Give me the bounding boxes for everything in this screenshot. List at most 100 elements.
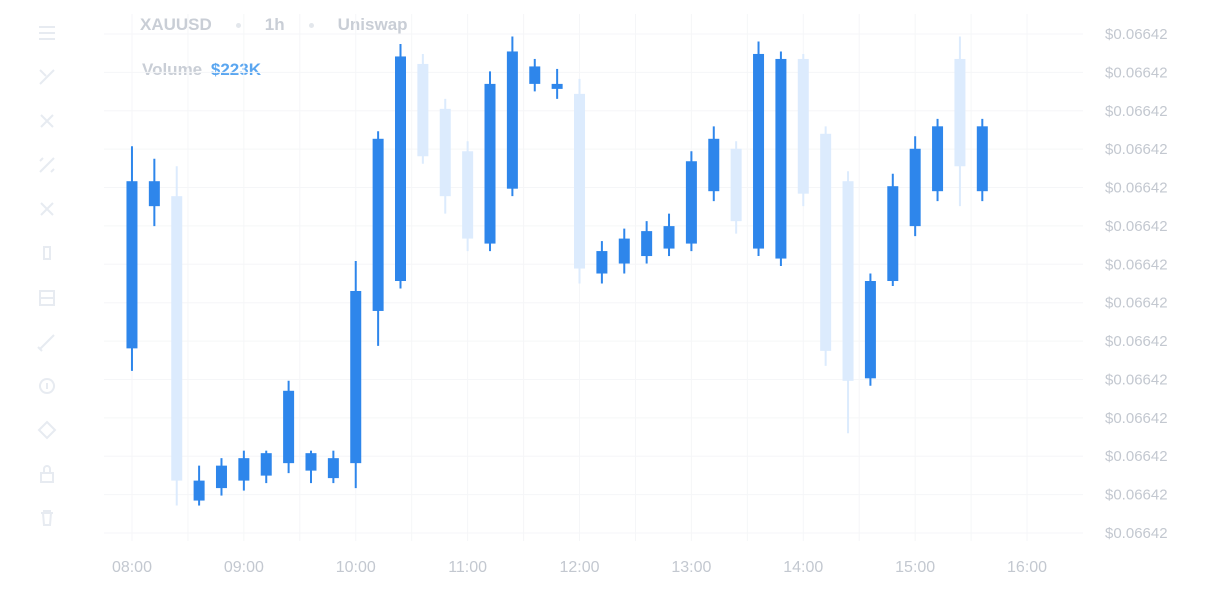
candle[interactable] — [909, 136, 921, 237]
candle-body — [797, 58, 809, 194]
x-tick-label: 14:00 — [783, 559, 823, 576]
candle[interactable] — [708, 126, 720, 202]
candle[interactable] — [171, 166, 183, 506]
y-tick-label: $0.06642 — [1105, 180, 1168, 197]
x-tick-label: 12:00 — [559, 559, 599, 576]
candle-body — [641, 231, 653, 257]
y-tick-label: $0.06642 — [1105, 525, 1168, 542]
candle-body — [327, 458, 339, 479]
y-tick-label: $0.06642 — [1105, 141, 1168, 158]
candle[interactable] — [439, 98, 451, 214]
candle[interactable] — [954, 36, 966, 207]
y-tick-label: $0.06642 — [1105, 487, 1168, 504]
y-tick-label: $0.06642 — [1105, 295, 1168, 312]
candle[interactable] — [394, 43, 406, 289]
candle[interactable] — [193, 465, 205, 506]
y-tick-label: $0.06642 — [1105, 371, 1168, 388]
candle[interactable] — [305, 450, 317, 484]
x-axis-labels: 08:00 09:00 10:00 11:00 12:00 13:00 14:00 15:00… — [112, 559, 1047, 576]
candle-body — [305, 453, 317, 471]
candle[interactable] — [417, 53, 429, 164]
y-tick-label: $0.06642 — [1105, 64, 1168, 81]
candle-body — [663, 226, 675, 249]
y-tick-label: $0.06642 — [1105, 103, 1168, 120]
candle-body — [126, 181, 138, 349]
candle-body — [417, 63, 429, 157]
chart-grid — [104, 14, 1083, 541]
candle[interactable] — [685, 151, 697, 252]
candle-body — [506, 51, 518, 189]
candle-body — [462, 151, 474, 239]
candle[interactable] — [260, 450, 272, 484]
candle-body — [820, 133, 832, 351]
candle[interactable] — [574, 78, 586, 284]
candle[interactable] — [529, 58, 541, 92]
candle-body — [350, 290, 362, 464]
candle-body — [842, 181, 854, 381]
candle[interactable] — [350, 261, 362, 489]
candle[interactable] — [641, 221, 653, 264]
candle[interactable] — [596, 241, 608, 284]
candle[interactable] — [820, 126, 832, 366]
candle-body — [730, 148, 742, 222]
candle[interactable] — [484, 71, 496, 252]
candle[interactable] — [663, 213, 675, 257]
candle[interactable] — [932, 118, 944, 202]
candle-body — [215, 465, 227, 489]
candle-body — [954, 58, 966, 167]
candle-body — [372, 138, 384, 311]
candle-body — [887, 186, 899, 282]
candle[interactable] — [775, 51, 787, 267]
candle[interactable] — [148, 158, 160, 227]
y-tick-label: $0.06642 — [1105, 448, 1168, 465]
candle[interactable] — [730, 141, 742, 234]
candle-body — [394, 56, 406, 282]
candle[interactable] — [126, 146, 138, 371]
candle-body — [551, 83, 563, 89]
candle-body — [775, 58, 787, 259]
x-tick-label: 16:00 — [1007, 559, 1047, 576]
y-axis-labels: $0.06642 $0.06642 $0.06642 $0.06642 $0.06642… — [1105, 26, 1168, 542]
y-tick-label: $0.06642 — [1105, 256, 1168, 273]
candle[interactable] — [215, 458, 227, 496]
candle[interactable] — [462, 141, 474, 252]
candle-body — [238, 458, 250, 481]
candle[interactable] — [797, 53, 809, 207]
x-tick-label: 10:00 — [336, 559, 376, 576]
candle[interactable] — [327, 450, 339, 484]
y-tick-label: $0.06642 — [1105, 26, 1168, 43]
candle-body — [283, 390, 295, 464]
candlestick-chart[interactable]: $0.06642 $0.06642 $0.06642 $0.06642 $0.06642… — [0, 0, 1208, 604]
x-tick-label: 08:00 — [112, 559, 152, 576]
candle-body — [596, 251, 608, 274]
candle[interactable] — [372, 131, 384, 346]
candle-body — [685, 161, 697, 244]
candle[interactable] — [618, 228, 630, 274]
y-tick-label: $0.06642 — [1105, 218, 1168, 235]
candle-body — [193, 480, 205, 501]
candle[interactable] — [753, 41, 765, 257]
candle[interactable] — [976, 118, 988, 202]
candle-body — [439, 108, 451, 197]
candle-body — [708, 138, 720, 192]
candle[interactable] — [842, 171, 854, 434]
candle-body — [864, 281, 876, 379]
x-tick-label: 15:00 — [895, 559, 935, 576]
x-tick-label: 13:00 — [671, 559, 711, 576]
x-tick-label: 09:00 — [224, 559, 264, 576]
candle[interactable] — [864, 273, 876, 386]
candle[interactable] — [283, 380, 295, 474]
candle-body — [574, 93, 586, 269]
candle-body — [976, 126, 988, 192]
candle-body — [148, 181, 160, 207]
candle[interactable] — [506, 36, 518, 197]
y-tick-label: $0.06642 — [1105, 333, 1168, 350]
candle-body — [260, 453, 272, 476]
candle-body — [932, 126, 944, 192]
candle-body — [753, 53, 765, 249]
candle[interactable] — [887, 173, 899, 286]
candles — [126, 36, 988, 506]
candle-body — [529, 66, 541, 84]
candle[interactable] — [551, 68, 563, 99]
y-tick-label: $0.06642 — [1105, 410, 1168, 427]
